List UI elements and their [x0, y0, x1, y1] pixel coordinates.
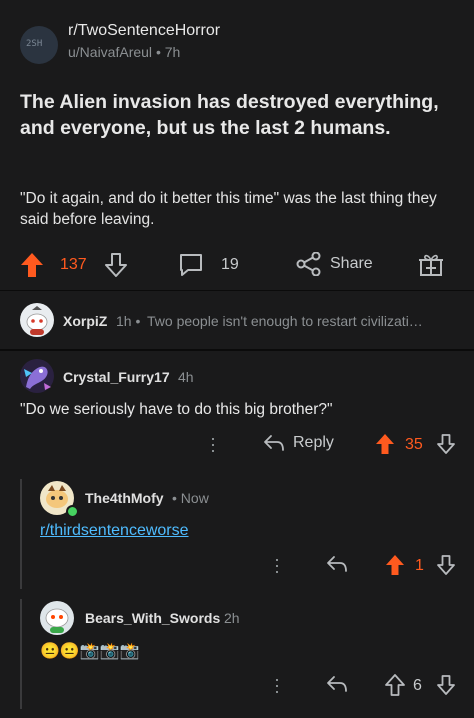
comment-age: 1h •: [116, 313, 141, 329]
dragon-avatar-icon: [24, 366, 51, 390]
snoo-avatar-icon: [26, 306, 48, 335]
share-button[interactable]: Share: [296, 252, 373, 276]
user-avatar-crystal[interactable]: [20, 359, 54, 393]
subreddit-name[interactable]: r/TwoSentenceHorror: [68, 22, 220, 40]
comment-downvote-button[interactable]: [436, 433, 456, 455]
collapsed-comment-preview: Two people isn't enough to restart civil…: [147, 313, 423, 329]
downvote-arrow-icon: [437, 434, 455, 454]
reply-label: Reply: [293, 434, 334, 451]
downvote-arrow-icon: [437, 675, 455, 695]
reply-button[interactable]: Reply: [263, 434, 334, 452]
post-body[interactable]: "Do it again, and do it better this time…: [20, 188, 460, 230]
upvote-arrow-icon: [386, 555, 404, 575]
comment-upvote-button[interactable]: [375, 433, 395, 455]
share-icon: [296, 252, 321, 276]
downvote-arrow-icon: [437, 555, 455, 575]
comment-username[interactable]: The4thMofy: [85, 490, 164, 506]
user-avatar-xorpiz[interactable]: [20, 303, 54, 337]
online-indicator: [66, 505, 79, 518]
comment-score: 35: [405, 436, 423, 453]
downvote-button[interactable]: [104, 252, 128, 278]
comment-age: 2h: [224, 610, 240, 626]
reply-button[interactable]: [326, 675, 348, 693]
upvote-arrow-icon: [385, 674, 405, 696]
comment-downvote-button[interactable]: [436, 554, 456, 576]
gift-icon: [419, 254, 443, 276]
snoo-avatar-icon: [45, 608, 69, 633]
post-meta: u/NaivafAreul • 7h: [68, 44, 180, 60]
more-options-icon[interactable]: · · ·: [210, 429, 216, 459]
comment-score: 1: [415, 557, 424, 574]
thread-rail[interactable]: [20, 479, 22, 589]
more-options-icon[interactable]: · · ·: [274, 550, 280, 580]
collapsed-comment[interactable]: XorpiZ 1h • Two people isn't enough to r…: [0, 290, 474, 349]
comment-downvote-button[interactable]: [436, 674, 456, 696]
post-vote-count: 137: [60, 256, 87, 273]
award-button[interactable]: [418, 251, 444, 277]
subreddit-avatar[interactable]: 2SH: [20, 26, 58, 64]
comment-score: 6: [413, 677, 422, 694]
reply-arrow-icon: [264, 435, 284, 451]
comment-upvote-button[interactable]: [385, 554, 405, 576]
reply-arrow-icon: [327, 676, 347, 692]
upvote-button[interactable]: [20, 252, 44, 278]
comment-age: • Now: [172, 490, 209, 506]
comment-count: 19: [221, 256, 239, 273]
user-avatar-bears[interactable]: [40, 601, 74, 635]
comment-age-value: 1h: [116, 313, 132, 329]
comment-upvote-button[interactable]: [385, 674, 405, 696]
post-title[interactable]: The Alien invasion has destroyed everyth…: [20, 89, 460, 141]
post-age: 7h: [164, 44, 181, 60]
reply-button[interactable]: [326, 555, 348, 573]
subreddit-avatar-text: 2SH: [26, 39, 43, 49]
comment-age-value: Now: [180, 490, 209, 506]
post-action-bar: 137 19 Share: [0, 248, 474, 282]
post-author[interactable]: u/NaivafAreul: [68, 44, 152, 60]
comment-text[interactable]: "Do we seriously have to do this big bro…: [20, 401, 333, 419]
post-card: 2SH r/TwoSentenceHorror u/NaivafAreul • …: [0, 0, 474, 290]
comment-username[interactable]: Bears_With_Swords: [85, 610, 220, 626]
share-label: Share: [330, 255, 373, 272]
comment-text[interactable]: 😐😐📸📸📸: [40, 641, 140, 661]
comment-thread: Crystal_Furry17 4h "Do we seriously have…: [0, 351, 474, 718]
downvote-arrow-icon: [105, 253, 127, 277]
thread-rail[interactable]: [20, 599, 22, 709]
comments-button[interactable]: [178, 253, 204, 277]
reply-arrow-icon: [327, 556, 347, 572]
meta-separator: •: [155, 44, 165, 60]
comment-bubble-icon: [180, 254, 202, 276]
comment-username[interactable]: XorpiZ: [63, 313, 107, 329]
upvote-arrow-icon: [21, 253, 43, 277]
comment-username[interactable]: Crystal_Furry17: [63, 369, 170, 385]
subreddit-link[interactable]: r/thirdsentenceworse: [40, 522, 189, 540]
comment-age: 4h: [178, 369, 194, 385]
more-options-icon[interactable]: · · ·: [274, 670, 280, 700]
upvote-arrow-icon: [376, 434, 394, 454]
